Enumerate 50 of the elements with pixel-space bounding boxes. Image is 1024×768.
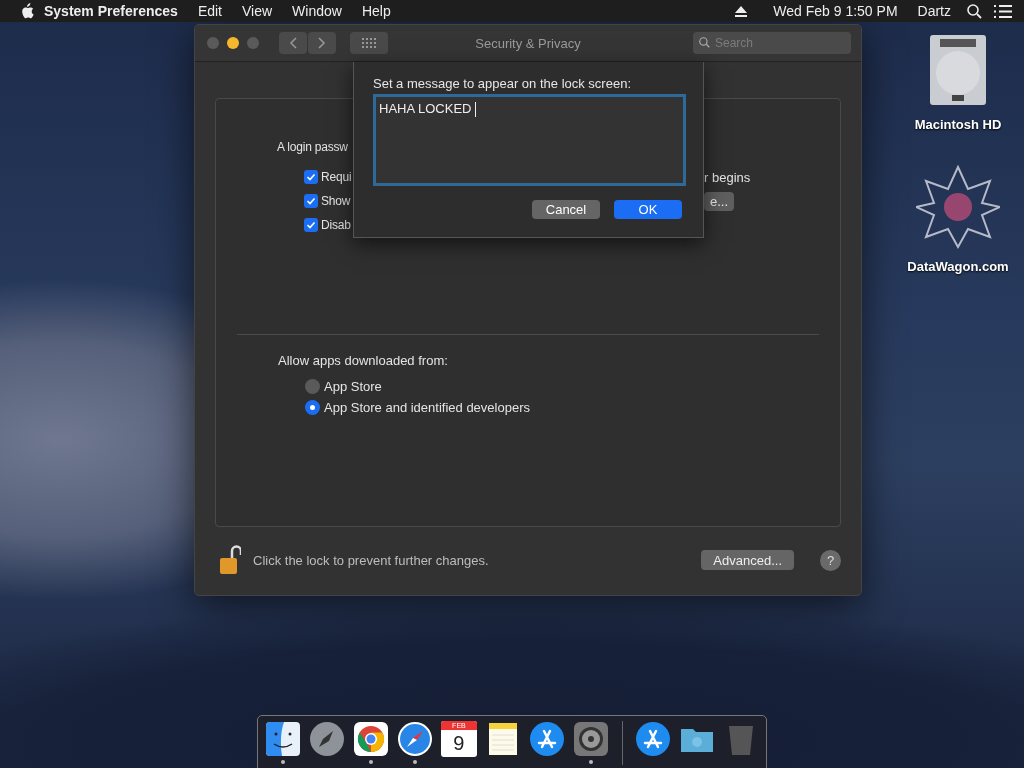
list-icon[interactable]: [994, 4, 1012, 18]
grid-icon: [362, 38, 376, 48]
checkmark-icon: [306, 220, 316, 230]
eject-icon[interactable]: [735, 5, 748, 17]
checkbox-label: Disab: [321, 218, 351, 232]
login-description: A login passw: [277, 140, 348, 154]
compass-icon: [396, 721, 433, 757]
advanced-button[interactable]: Advanced...: [701, 550, 794, 570]
radio-label: App Store and identified developers: [324, 400, 530, 415]
app-menu[interactable]: System Preferences: [34, 3, 188, 19]
checkbox-label: Requi: [321, 170, 352, 184]
checkbox[interactable]: [304, 170, 318, 184]
checkbox[interactable]: [304, 194, 318, 208]
radio-button[interactable]: [305, 400, 320, 415]
menu-item[interactable]: View: [232, 3, 283, 19]
desktop-icon-label: Macintosh HD: [914, 117, 1002, 132]
checkbox-label: Show: [321, 194, 351, 208]
minimize-button[interactable]: [227, 37, 239, 49]
search-icon[interactable]: [967, 3, 982, 19]
star-pattern-icon: [916, 165, 1000, 249]
desktop-icon-label: DataWagon.com: [907, 259, 1009, 274]
checkbox-label: r begins: [704, 170, 751, 185]
lock-hint: Click the lock to prevent further changes.: [253, 552, 489, 568]
finder-icon: [264, 721, 301, 757]
section-title: Allow apps downloaded from:: [278, 353, 448, 368]
calendar-day: 9: [453, 730, 465, 756]
search-icon: [699, 37, 710, 48]
chevron-left-icon: [289, 37, 297, 49]
message-field[interactable]: HAHA LOCKED: [373, 94, 686, 186]
chevron-right-icon: [318, 37, 326, 49]
chrome-icon: [352, 721, 389, 757]
window-title: Security & Privacy: [475, 35, 581, 51]
menu-item[interactable]: Window: [282, 3, 352, 19]
open-padlock-icon[interactable]: [219, 545, 241, 575]
sheet-label: Set a message to appear on the lock screen:: [373, 76, 632, 91]
options-button[interactable]: e...: [704, 191, 735, 211]
help-button[interactable]: ?: [820, 549, 841, 571]
radio-label: App Store: [324, 379, 382, 394]
menu-item[interactable]: Help: [351, 3, 401, 19]
menu-clock[interactable]: Wed Feb 9 1:50 PM: [763, 3, 908, 19]
cancel-button[interactable]: Cancel: [532, 200, 600, 219]
user-menu[interactable]: Dartz: [907, 3, 961, 19]
checkmark-icon: [306, 196, 316, 206]
checkmark-icon: [306, 172, 316, 182]
show-all-button[interactable]: [350, 32, 388, 54]
ok-button[interactable]: OK: [614, 200, 682, 219]
checkbox[interactable]: [304, 218, 318, 232]
apple-logo-icon: [20, 3, 34, 19]
menu-item[interactable]: Edit: [187, 3, 232, 19]
radio-button[interactable]: [305, 379, 320, 394]
